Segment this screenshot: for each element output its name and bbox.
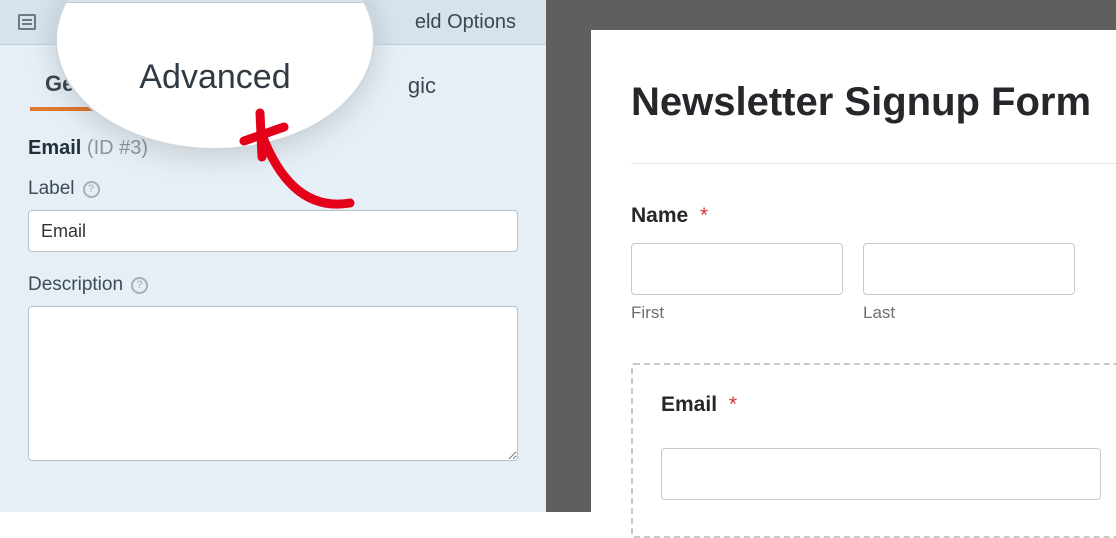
required-asterisk-icon: * xyxy=(700,204,708,227)
last-name-sublabel: Last xyxy=(863,303,1075,323)
first-name-sublabel: First xyxy=(631,303,843,323)
field-options-subtabs: General Advanced gic xyxy=(0,45,546,109)
name-field-label: Name xyxy=(631,204,688,227)
sidebar-top-tabs: eld Options xyxy=(0,0,546,45)
description-textarea[interactable] xyxy=(28,306,518,461)
last-name-input[interactable] xyxy=(863,243,1075,295)
tab-add-fields[interactable] xyxy=(0,0,54,44)
subtab-advanced[interactable]: Advanced xyxy=(175,70,343,112)
email-preview-input[interactable] xyxy=(661,448,1101,500)
form-preview: Newsletter Signup Form Name * First Last xyxy=(591,30,1116,512)
builder-sidebar: eld Options General Advanced gic Email (… xyxy=(0,0,546,512)
help-icon[interactable]: ? xyxy=(83,181,100,198)
field-header: Email (ID #3) xyxy=(0,109,546,178)
first-name-input[interactable] xyxy=(631,243,843,295)
builder-canvas-area: Newsletter Signup Form Name * First Last xyxy=(546,0,1116,512)
email-field-label: Email xyxy=(661,393,717,416)
list-icon xyxy=(18,14,36,30)
title-divider xyxy=(631,163,1116,164)
form-title: Newsletter Signup Form xyxy=(631,80,1116,125)
tab-field-options[interactable]: eld Options xyxy=(415,0,516,44)
label-option-group: Label ? xyxy=(0,178,546,274)
field-options-label: eld Options xyxy=(415,11,516,34)
option-label-text: Label xyxy=(28,178,75,200)
field-id: (ID #3) xyxy=(87,137,148,159)
option-description-text: Description xyxy=(28,274,123,296)
subtab-general[interactable]: General xyxy=(30,71,142,111)
name-field-block[interactable]: Name * First Last xyxy=(631,204,1116,323)
field-type-name: Email xyxy=(28,137,81,159)
help-icon[interactable]: ? xyxy=(131,277,148,294)
label-input[interactable] xyxy=(28,210,518,252)
description-option-group: Description ? xyxy=(0,274,546,488)
subtab-logic[interactable]: gic xyxy=(393,73,451,109)
required-asterisk-icon: * xyxy=(729,393,737,416)
